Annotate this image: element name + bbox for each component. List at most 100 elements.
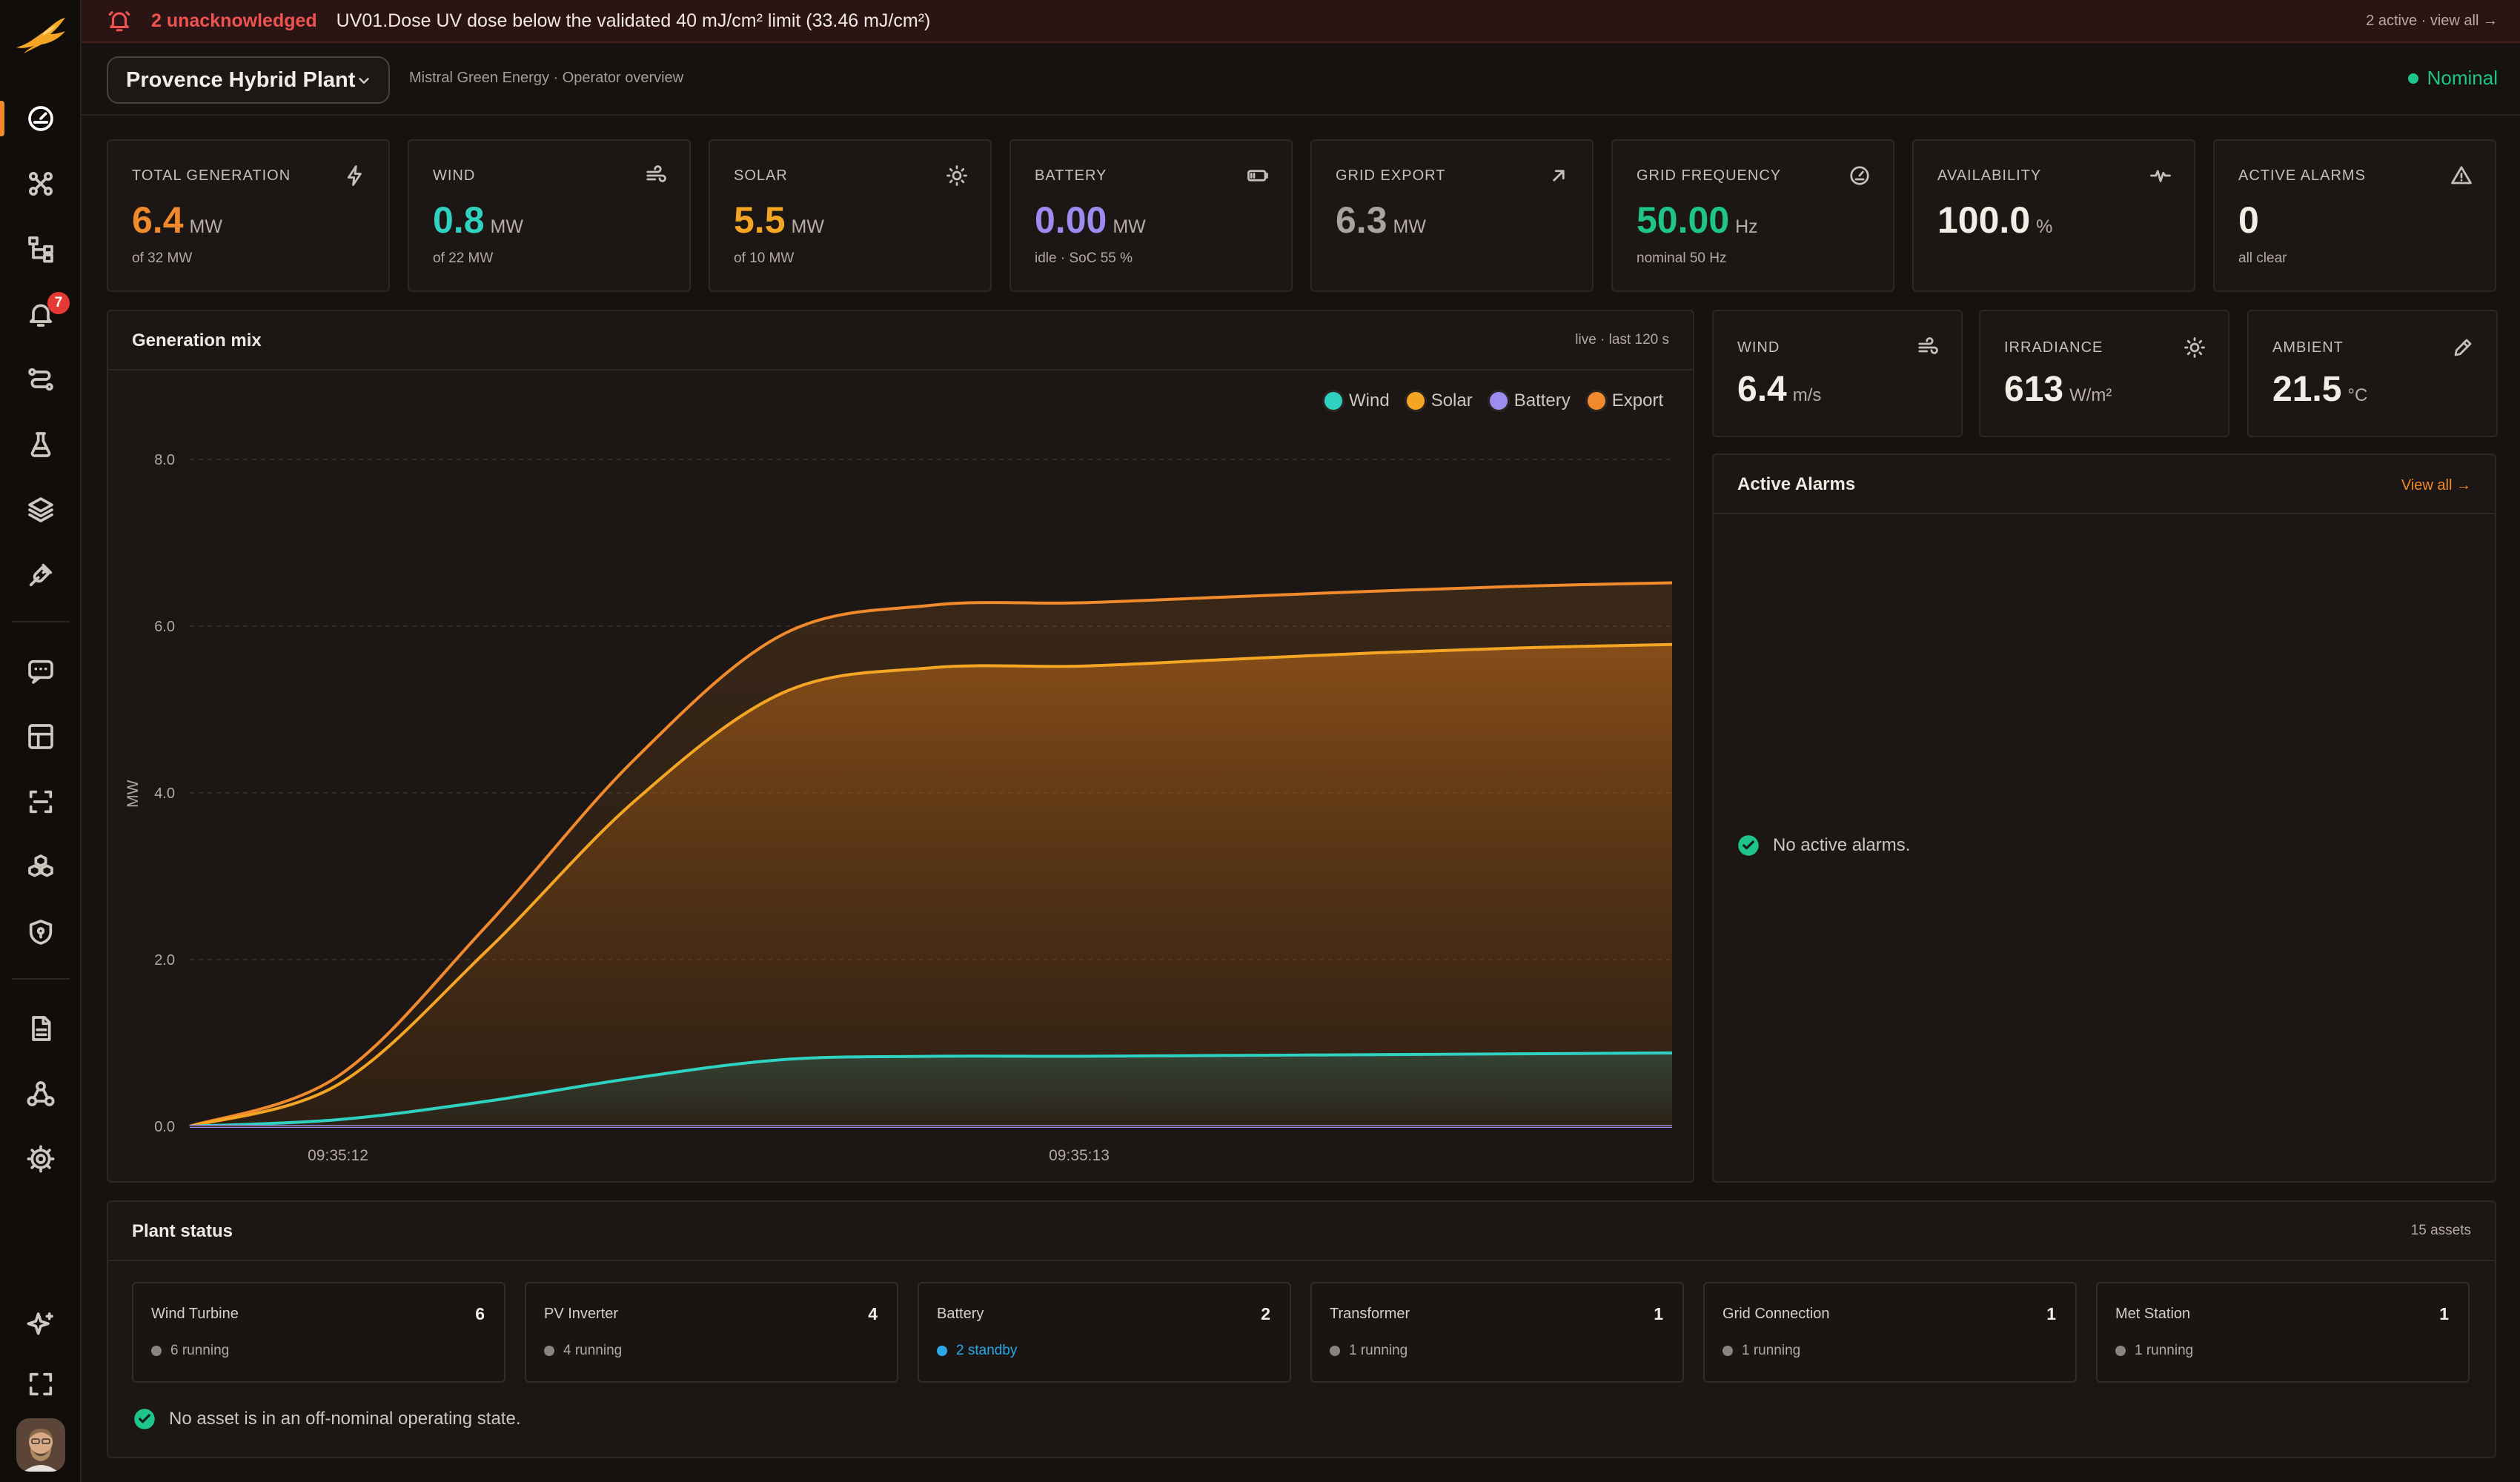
bird-logo[interactable] xyxy=(13,15,68,61)
plant-subtitle: Mistral Green Energy · Operator overview xyxy=(409,70,684,86)
legend-item-wind[interactable]: Wind xyxy=(1322,390,1390,412)
bolt-icon xyxy=(344,165,366,187)
check-circle-icon xyxy=(133,1408,156,1430)
panel-title: Plant status xyxy=(132,1221,233,1241)
no-alarms-message: No active alarms. xyxy=(1737,834,1910,857)
view-all-alerts-link[interactable]: 2 active · view all → xyxy=(2366,13,2498,30)
user-avatar[interactable] xyxy=(16,1418,65,1472)
legend-item-export[interactable]: Export xyxy=(1585,390,1663,412)
kpi-availability[interactable]: AVAILABILITY 100.0% xyxy=(1912,139,2195,292)
x-tick-label: 09:35:12 xyxy=(308,1147,368,1164)
kpi-active-alarms[interactable]: ACTIVE ALARMS 0 all clear xyxy=(2213,139,2496,292)
asset-state: 4 running xyxy=(544,1343,622,1359)
x-tick-label: 09:35:13 xyxy=(1049,1147,1110,1164)
chart-areas xyxy=(190,582,1672,1126)
nav-routes[interactable] xyxy=(0,350,82,409)
asset-card-pv-inverter[interactable]: PV Inverter 4 4 running xyxy=(525,1282,898,1383)
nav-reports[interactable] xyxy=(0,999,82,1058)
alarm-bell-icon xyxy=(107,8,132,33)
kpi-label: SOLAR xyxy=(734,167,788,184)
kpi-subtext: all clear xyxy=(2238,250,2287,266)
kpi-label: GRID FREQUENCY xyxy=(1637,167,1782,184)
view-all-alarms-link[interactable]: View all → xyxy=(2401,477,2471,494)
nav-scan[interactable] xyxy=(0,772,82,831)
env-value: 613 W/m² xyxy=(2004,369,2112,410)
nav-settings[interactable] xyxy=(0,1129,82,1189)
env-number: 21.5 xyxy=(2272,370,2342,409)
kpi-value: 5.5 MW xyxy=(734,199,824,242)
kpi-grid-frequency[interactable]: GRID FREQUENCY 50.00 Hz nominal 50 Hz xyxy=(1611,139,1894,292)
org-icon xyxy=(27,1081,55,1106)
nav-alarms[interactable]: 7 xyxy=(0,285,82,344)
env-number: 6.4 xyxy=(1737,370,1787,409)
kpi-total-generation[interactable]: TOTAL GENERATION 6.4 MW of 32 MW xyxy=(107,139,390,292)
panel-title: Active Alarms xyxy=(1737,474,1856,494)
nav-modules[interactable] xyxy=(0,837,82,897)
asset-count: 15 assets xyxy=(2410,1223,2471,1238)
nav-messages[interactable] xyxy=(0,642,82,701)
kpi-label: BATTERY xyxy=(1035,167,1107,184)
env-wind-card[interactable]: WIND 6.4 m/s xyxy=(1712,310,1963,437)
asset-card-met-station[interactable]: Met Station 1 1 running xyxy=(2096,1282,2470,1383)
grid-icon xyxy=(28,724,53,749)
asset-card-grid-connection[interactable]: Grid Connection 1 1 running xyxy=(1703,1282,2077,1383)
shield-icon xyxy=(29,920,53,945)
env-label: WIND xyxy=(1737,339,1780,356)
asset-name: Met Station xyxy=(2115,1306,2191,1322)
nav-fullscreen[interactable] xyxy=(0,1355,82,1414)
nav-dashboard[interactable] xyxy=(0,89,82,148)
nav-organization[interactable] xyxy=(0,1064,82,1123)
asset-name: Battery xyxy=(937,1306,984,1322)
y-tick-label: 8.0 xyxy=(154,452,175,468)
kpi-value: 100.0% xyxy=(1937,199,2052,242)
env-label: AMBIENT xyxy=(2272,339,2344,356)
kpi-battery[interactable]: BATTERY 0.00 MW idle · SoC 55 % xyxy=(1009,139,1293,292)
env-ambient-card[interactable]: AMBIENT 21.5 °C xyxy=(2247,310,2498,437)
generation-mix-chart[interactable]: 0.0 2.0 4.0 6.0 8.0 MW 09:35:12 09:35:13 xyxy=(108,430,1693,1180)
asset-count-value: 1 xyxy=(2046,1304,2056,1323)
kpi-number: 6.3 xyxy=(1336,199,1387,241)
asset-name: Wind Turbine xyxy=(151,1306,239,1322)
chart-legend: Wind Solar Battery Export xyxy=(1322,390,1678,412)
legend-item-battery[interactable]: Battery xyxy=(1487,390,1571,412)
panel-title: Generation mix xyxy=(132,330,262,350)
nav-tables[interactable] xyxy=(0,707,82,766)
kpi-number: 50.00 xyxy=(1637,199,1730,241)
nav-security[interactable] xyxy=(0,903,82,962)
state-dot xyxy=(1722,1346,1733,1356)
document-icon xyxy=(32,1016,51,1041)
nav-lab[interactable] xyxy=(0,415,82,474)
kpi-unit: MW xyxy=(490,216,523,237)
kpi-wind[interactable]: WIND 0.8 MW of 22 MW xyxy=(408,139,691,292)
asset-card-wind-turbine[interactable]: Wind Turbine 6 6 running xyxy=(132,1282,505,1383)
kpi-value: 0 xyxy=(2238,199,2265,242)
asset-count-value: 1 xyxy=(1654,1304,1663,1323)
asset-state-text: 6 running xyxy=(170,1343,230,1358)
page-header: Provence Hybrid Plant Mistral Green Ener… xyxy=(82,43,2520,116)
hierarchy-icon xyxy=(28,236,53,263)
kpi-grid-export[interactable]: GRID EXPORT 6.3 MW xyxy=(1310,139,1594,292)
modules-icon xyxy=(28,854,53,877)
kpi-number: 0.00 xyxy=(1035,199,1107,241)
dashboard-icon xyxy=(28,106,53,131)
asset-card-transformer[interactable]: Transformer 1 1 running xyxy=(1310,1282,1684,1383)
plant-selector[interactable]: Provence Hybrid Plant xyxy=(107,56,390,104)
nav-assistant[interactable] xyxy=(0,1295,82,1355)
nav-topology[interactable] xyxy=(0,154,82,213)
nav-connectors[interactable] xyxy=(0,545,82,605)
asset-card-battery[interactable]: Battery 2 2 standby xyxy=(918,1282,1291,1383)
state-dot xyxy=(544,1346,554,1356)
sun-icon xyxy=(946,165,968,187)
legend-swatch xyxy=(1585,390,1608,412)
alert-banner[interactable]: 2 unacknowledged UV01.Dose UV dose below… xyxy=(82,0,2520,43)
nav-layers[interactable] xyxy=(0,480,82,539)
kpi-subtext: nominal 50 Hz xyxy=(1637,250,1727,266)
chat-icon xyxy=(28,659,53,684)
env-irradiance-card[interactable]: IRRADIANCE 613 W/m² xyxy=(1979,310,2229,437)
nav-separator xyxy=(12,978,70,980)
kpi-label: AVAILABILITY xyxy=(1937,167,2042,184)
nav-hierarchy[interactable] xyxy=(0,219,82,279)
legend-item-solar[interactable]: Solar xyxy=(1404,390,1473,412)
kpi-solar[interactable]: SOLAR 5.5 MW of 10 MW xyxy=(709,139,992,292)
scan-icon xyxy=(29,790,53,814)
